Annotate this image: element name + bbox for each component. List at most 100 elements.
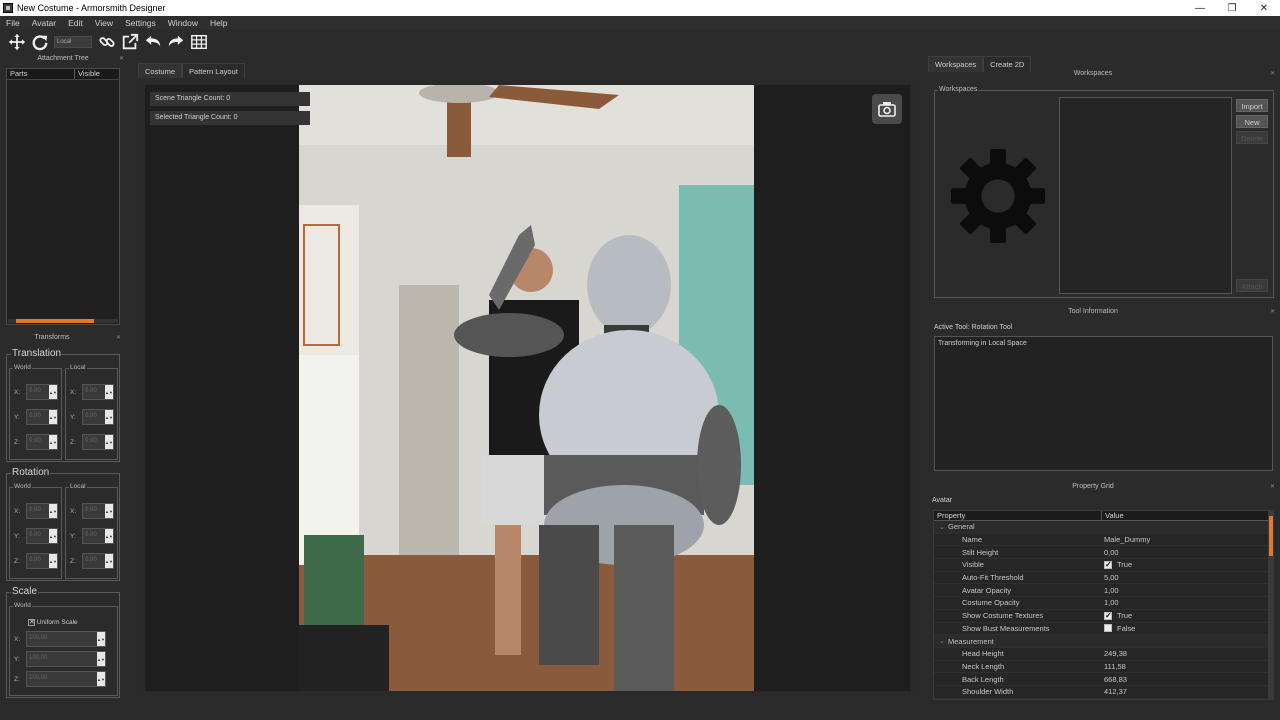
col-value[interactable]: Value (1102, 511, 1124, 520)
new-button[interactable]: New (1236, 115, 1268, 128)
property-row[interactable]: Costume Opacity 1,00 (934, 597, 1272, 610)
tab-costume[interactable]: Costume (138, 63, 183, 79)
menu-window[interactable]: Window (162, 18, 204, 28)
export-button[interactable] (119, 31, 141, 53)
spin-arrows[interactable]: ▲▼ (97, 632, 105, 646)
property-row[interactable]: Head Height 249,38 (934, 648, 1272, 661)
property-value[interactable]: 1,00 (1102, 586, 1119, 595)
spin-arrows[interactable]: ▲▼ (49, 435, 57, 449)
property-value[interactable]: 668,83 (1102, 675, 1127, 684)
delete-button[interactable]: Delete (1236, 131, 1268, 144)
property-row[interactable]: Name Male_Dummy (934, 534, 1272, 547)
spin-arrows[interactable]: ▲▼ (105, 504, 113, 518)
menu-help[interactable]: Help (204, 18, 233, 28)
rotation-world-x[interactable]: 0,00 ▲▼ (26, 503, 58, 519)
minimize-button[interactable]: — (1184, 0, 1216, 16)
menu-view[interactable]: View (89, 18, 119, 28)
menu-settings[interactable]: Settings (119, 18, 162, 28)
translation-world-y[interactable]: 0,00 ▲▼ (26, 409, 58, 425)
close-button[interactable]: ✕ (1248, 0, 1280, 16)
property-row[interactable]: Show Bust Measurements False (934, 623, 1272, 636)
spin-arrows[interactable]: ▲▼ (105, 385, 113, 399)
link-button[interactable] (96, 31, 118, 53)
redo-button[interactable] (165, 31, 187, 53)
property-checkbox[interactable] (1104, 624, 1112, 633)
spin-arrows[interactable]: ▲▼ (97, 672, 105, 686)
property-value[interactable]: 0,00 (1102, 548, 1119, 557)
tree-scrollbar[interactable] (8, 319, 118, 323)
property-category[interactable]: ⌄ Measurement (934, 635, 1272, 648)
rotation-local-z[interactable]: 0,00 ▲▼ (82, 553, 114, 569)
import-button[interactable]: Import (1236, 99, 1268, 112)
uniform-scale-checkbox[interactable] (28, 618, 35, 626)
spin-arrows[interactable]: ▲▼ (49, 554, 57, 568)
grid-button[interactable] (188, 31, 210, 53)
property-value[interactable]: 5,00 (1102, 573, 1119, 582)
chevron-down-icon[interactable]: ⌄ (939, 523, 945, 531)
camera-feed[interactable] (299, 85, 754, 691)
property-value[interactable]: 412,37 (1102, 687, 1127, 696)
space-mode-select[interactable]: Local (54, 35, 92, 48)
property-row[interactable]: Avatar Opacity 1,00 (934, 584, 1272, 598)
spin-arrows[interactable]: ▲▼ (49, 504, 57, 518)
spin-arrows[interactable]: ▲▼ (105, 554, 113, 568)
translation-world-x[interactable]: 0,00 ▲▼ (26, 384, 58, 400)
property-row[interactable]: Shoulder Width 412,37 (934, 686, 1272, 699)
camera-toggle-button[interactable] (872, 94, 902, 124)
property-value[interactable]: 111,58 (1102, 662, 1126, 671)
property-row[interactable]: Auto-Fit Threshold 5,00 (934, 572, 1272, 585)
rotation-local-x[interactable]: 0,00 ▲▼ (82, 503, 114, 519)
rotation-world-y[interactable]: 0,00 ▲▼ (26, 528, 58, 544)
scale-y[interactable]: 100,00 ▲▼ (26, 651, 106, 667)
translation-local-x[interactable]: 0,00 ▲▼ (82, 384, 114, 400)
restore-button[interactable]: ❐ (1216, 0, 1248, 16)
property-checkbox[interactable] (1104, 611, 1112, 620)
property-value[interactable]: 1,00 (1102, 598, 1119, 607)
chevron-down-icon[interactable]: ⌄ (939, 637, 945, 645)
rotation-world-z[interactable]: 0,00 ▲▼ (26, 553, 58, 569)
property-value[interactable]: True (1102, 560, 1132, 569)
pin-icon[interactable]: ✕ (1270, 483, 1278, 490)
scale-x[interactable]: 100,00 ▲▼ (26, 631, 106, 647)
rotate-tool-button[interactable] (29, 31, 51, 53)
translation-local-z[interactable]: 0,00 ▲▼ (82, 434, 114, 450)
menu-avatar[interactable]: Avatar (26, 18, 62, 28)
translation-local-y[interactable]: 0,00 ▲▼ (82, 409, 114, 425)
pin-icon[interactable]: ✕ (119, 55, 124, 62)
spin-arrows[interactable]: ▲▼ (49, 410, 57, 424)
undo-button[interactable] (142, 31, 164, 53)
spin-arrows[interactable]: ▲▼ (49, 529, 57, 543)
property-row[interactable]: Back Length 668,83 (934, 673, 1272, 686)
pin-icon[interactable]: ✕ (1270, 70, 1278, 77)
uniform-scale-row[interactable]: Uniform Scale (28, 618, 78, 626)
menu-edit[interactable]: Edit (62, 18, 89, 28)
property-value[interactable]: True (1102, 611, 1132, 620)
property-value[interactable]: False (1102, 624, 1135, 633)
property-row[interactable]: Show Costume Textures True (934, 610, 1272, 623)
spin-arrows[interactable]: ▲▼ (97, 652, 105, 666)
tree-col-visible[interactable]: Visible (75, 69, 100, 79)
move-tool-button[interactable] (6, 31, 28, 53)
pin-icon[interactable]: ✕ (1270, 308, 1278, 315)
property-row[interactable]: Stilt Height 0,00 (934, 546, 1272, 560)
property-value[interactable]: Male_Dummy (1102, 535, 1150, 544)
attach-button[interactable]: Attach (1236, 279, 1268, 292)
property-row[interactable]: Neck Length 111,58 (934, 661, 1272, 674)
spin-arrows[interactable]: ▲▼ (105, 529, 113, 543)
attachment-tree[interactable]: Parts Visible (6, 68, 120, 325)
rotation-local-y[interactable]: 0,00 ▲▼ (82, 528, 114, 544)
tab-pattern-layout[interactable]: Pattern Layout (182, 63, 245, 79)
property-grid-scrollbar[interactable] (1268, 510, 1274, 700)
scroll-thumb[interactable] (16, 319, 94, 323)
workspace-list[interactable] (1059, 97, 1232, 294)
scale-z[interactable]: 100,00 ▲▼ (26, 671, 106, 687)
spin-arrows[interactable]: ▲▼ (49, 385, 57, 399)
spin-arrows[interactable]: ▲▼ (105, 435, 113, 449)
translation-world-z[interactable]: 0,00 ▲▼ (26, 434, 58, 450)
tree-col-parts[interactable]: Parts (7, 69, 75, 79)
spin-arrows[interactable]: ▲▼ (105, 410, 113, 424)
menu-file[interactable]: File (0, 18, 26, 28)
property-checkbox[interactable] (1104, 560, 1112, 569)
col-property[interactable]: Property (934, 511, 1102, 520)
property-category[interactable]: ⌄ General (934, 521, 1272, 534)
